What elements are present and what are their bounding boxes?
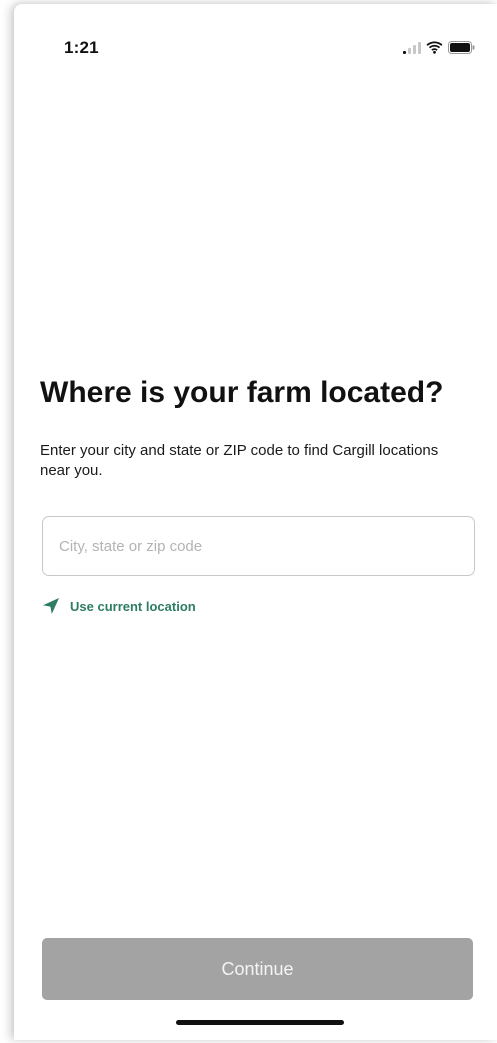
cellular-signal-icon (403, 41, 421, 54)
battery-icon (448, 41, 475, 54)
home-indicator (176, 1020, 344, 1025)
status-time: 1:21 (64, 38, 99, 57)
location-arrow-icon (43, 598, 59, 614)
continue-button[interactable]: Continue (42, 938, 473, 1000)
page-title: Where is your farm located? (40, 376, 444, 409)
status-icons (403, 41, 475, 54)
app-screen: 1:21 Where is your farm located? Enter y… (14, 4, 497, 1040)
use-current-location-link[interactable]: Use current location (42, 597, 196, 615)
page-subtitle: Enter your city and state or ZIP code to… (40, 442, 439, 479)
location-search-input[interactable] (42, 516, 475, 576)
use-current-location-label: Use current location (70, 598, 196, 614)
wifi-icon (426, 41, 443, 54)
